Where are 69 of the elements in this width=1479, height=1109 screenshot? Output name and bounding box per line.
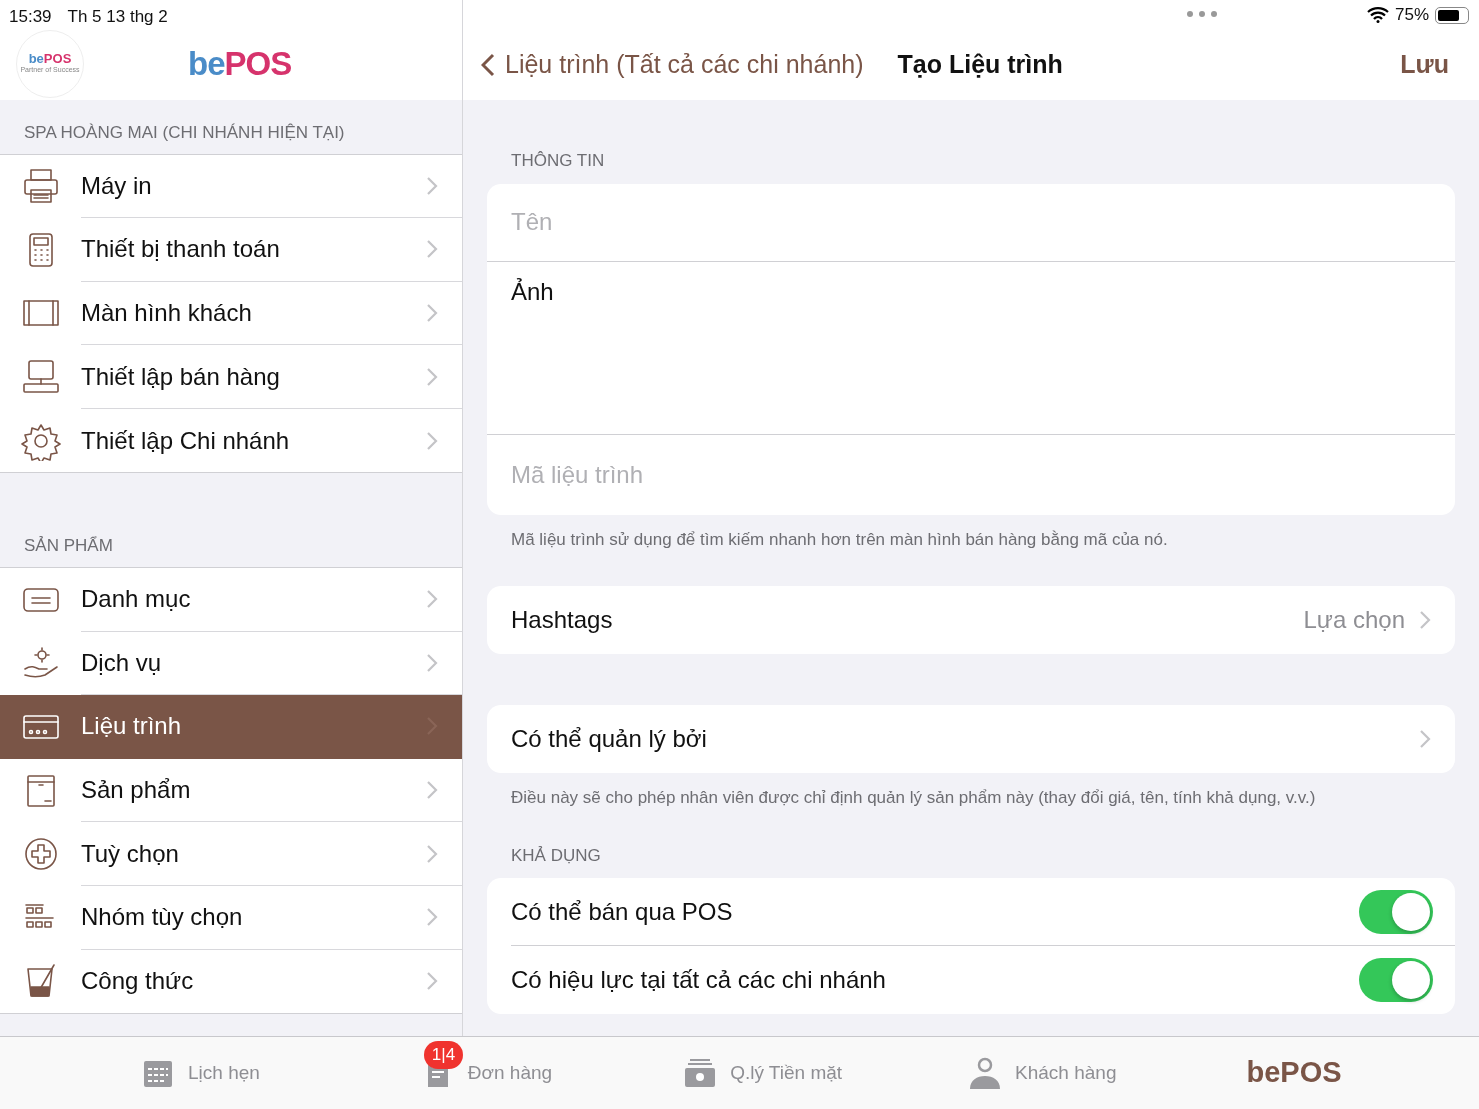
toggle-label: Có thể bán qua POS: [511, 896, 733, 927]
wifi-icon: [1366, 7, 1389, 23]
save-button[interactable]: Lưu: [1400, 46, 1449, 84]
item-label: Màn hình khách: [81, 298, 253, 328]
chevron-icon: [426, 780, 438, 801]
more-dots-icon: [1186, 10, 1218, 18]
section-header: KHẢ DỤNG: [510, 844, 602, 867]
sidebar-item[interactable]: Nhóm tùy chọn: [0, 885, 462, 950]
toggle-switch[interactable]: [1359, 889, 1433, 934]
sidebar-item[interactable]: Công thức: [0, 949, 462, 1014]
chevron-icon: [426, 239, 438, 260]
image-label: Ảnh: [511, 277, 554, 305]
code-field[interactable]: Mã liệu trình: [487, 434, 1455, 515]
item-label: Danh mục: [81, 584, 192, 615]
sidebar-item[interactable]: Thiết lập Chi nhánh: [0, 408, 462, 473]
logo-text: POS: [224, 45, 292, 83]
helper-text: Điều này sẽ cho phép nhân viên được chỉ định quản lý sản phẩm này (thay đổi giá, tên, tính khả dụng, v.v.): [510, 787, 1317, 809]
item-label: Tuỳ chọn: [81, 838, 180, 869]
hashtags-row[interactable]: Hashtags Lựa chọn: [487, 586, 1455, 654]
section-header: SẢN PHẨM: [0, 513, 462, 568]
item-label: Sản phẩm: [81, 775, 192, 806]
item-label: Liệu trình: [81, 711, 183, 742]
chevron-icon: [1419, 729, 1431, 749]
chevron-icon: [426, 175, 438, 196]
sidebar-item[interactable]: Tuỳ chọn: [0, 822, 462, 886]
item-label: Dịch vụ: [81, 647, 163, 678]
sidebar-item[interactable]: Màn hình khách: [0, 281, 462, 346]
chevron-icon: [426, 589, 438, 610]
brand-logo: bePOS: [1246, 1055, 1342, 1091]
chevron-icon: [1419, 610, 1431, 630]
logo-text: be: [188, 45, 225, 83]
battery-percent: 75%: [1394, 4, 1429, 27]
sidebar-item[interactable]: Máy in: [0, 154, 462, 219]
sidebar-item[interactable]: Thiết bị thanh toán: [0, 218, 462, 282]
toggle-switch[interactable]: [1359, 958, 1433, 1002]
sidebar-item[interactable]: Liệu trình: [0, 695, 462, 759]
section-header: THÔNG TIN: [510, 150, 606, 172]
managed-by-row[interactable]: Có thể quản lý bởi: [487, 705, 1455, 773]
logo-text: be: [28, 51, 44, 67]
chevron-icon: [426, 843, 438, 864]
chevron-icon: [426, 971, 438, 992]
chevron-icon: [426, 430, 438, 451]
back-chevron-icon: [481, 53, 495, 77]
item-label: Công thức: [81, 966, 195, 997]
chevron-icon: [426, 366, 438, 387]
helper-text: Mã liệu trình sử dụng để tìm kiếm nhanh hơn trên màn hình bán hàng bằng mã của nó.: [510, 528, 1169, 551]
item-label: Nhóm tùy chọn: [81, 902, 244, 933]
chevron-icon: [426, 907, 438, 928]
item-label: Thiết lập bán hàng: [81, 361, 281, 392]
item-label: Thiết bị thanh toán: [81, 234, 281, 265]
status-time: 15:39: [9, 6, 52, 26]
item-label: Máy in: [81, 170, 153, 201]
chevron-icon: [426, 303, 438, 323]
name-field[interactable]: Tên: [487, 183, 1455, 262]
sidebar-item[interactable]: Danh mục: [0, 567, 462, 632]
chevron-icon: [426, 652, 438, 673]
page-title: Tạo Liệu trình: [897, 49, 1063, 81]
sidebar-item[interactable]: Dịch vụ: [0, 631, 462, 696]
battery-icon: [1435, 6, 1469, 24]
section-header: SPA HOÀNG MAI (CHI NHÁNH HIỆN TẠI): [0, 100, 462, 155]
toggle-label: Có hiệu lực tại tất cả các chi nhánh: [511, 965, 886, 995]
hashtags-value: Lựa chọn: [1303, 605, 1405, 635]
logo-text: POS: [43, 51, 72, 67]
item-label: Thiết lập Chi nhánh: [81, 425, 291, 456]
notification-count: 1|4: [423, 1041, 464, 1069]
status-date: Th 5 13 thg 2: [67, 6, 168, 26]
sidebar-item[interactable]: Thiết lập bán hàng: [0, 345, 462, 409]
sidebar-item[interactable]: Sản phẩm: [0, 758, 462, 823]
back-button[interactable]: Liệu trình (Tất cả các chi nhánh): [481, 46, 864, 84]
